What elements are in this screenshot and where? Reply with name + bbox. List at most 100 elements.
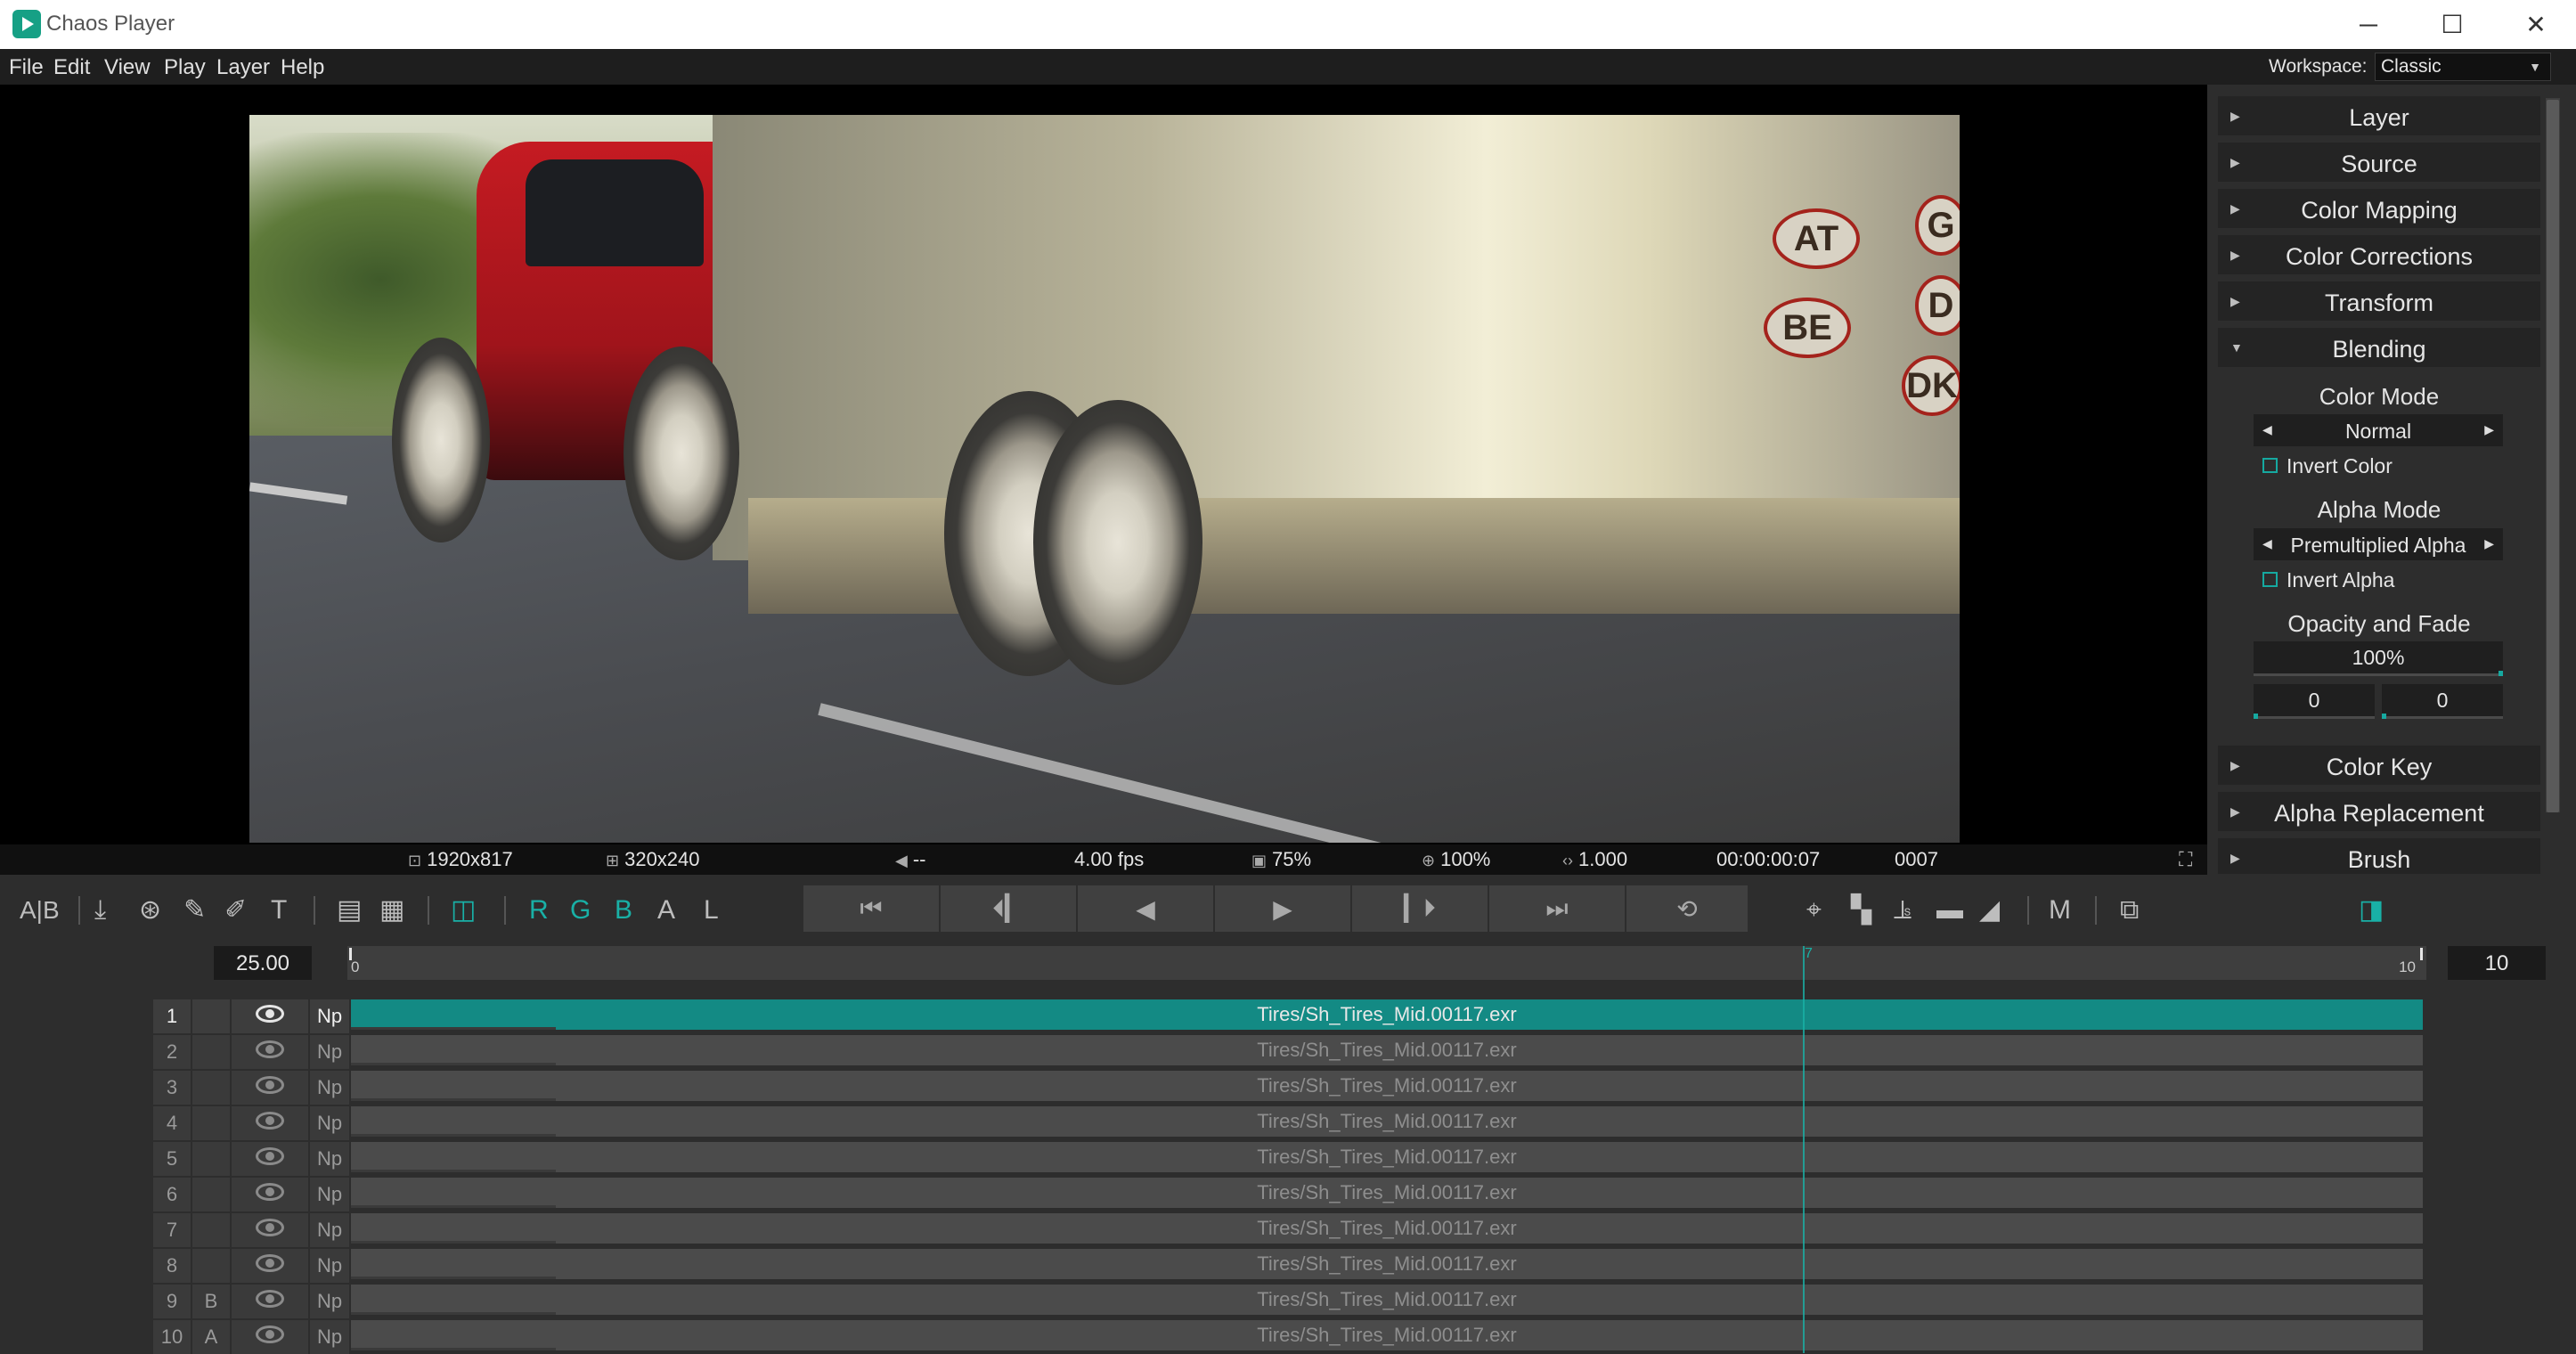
layer-np-flag[interactable]: Np <box>310 999 349 1033</box>
channel-g-button[interactable]: G <box>570 894 591 926</box>
go-to-start-icon[interactable]: ⏮ <box>803 885 941 932</box>
opacity-slider[interactable]: 100% <box>2254 641 2503 676</box>
download-icon[interactable]: ⤓ <box>94 894 106 926</box>
zoom-readout[interactable]: ⊕ 100% <box>1422 848 1490 871</box>
layer-ab-tag[interactable] <box>192 1071 230 1105</box>
close-button[interactable]: ✕ <box>2499 0 2572 49</box>
layer-np-flag[interactable]: Np <box>310 1142 349 1176</box>
pencil-icon[interactable]: ✎ <box>183 894 206 926</box>
text-tool-button[interactable]: T <box>271 894 287 926</box>
color-wheel-icon[interactable]: ⊛ <box>139 894 161 926</box>
brush-icon[interactable]: ✐ <box>224 894 247 926</box>
next-arrow-icon[interactable]: ▶ <box>2484 536 2494 551</box>
layer-ab-tag[interactable] <box>192 1106 230 1140</box>
minimize-button[interactable]: ─ <box>2332 0 2405 49</box>
section-source[interactable]: ▶ Source <box>2218 143 2540 182</box>
fade-out-field[interactable]: 0 <box>2382 684 2503 719</box>
section-color-corrections[interactable]: ▶ Color Corrections <box>2218 235 2540 274</box>
visibility-eye-icon[interactable] <box>232 1249 308 1283</box>
layer-row[interactable]: 9 B Np Tires/Sh_Tires_Mid.00117.exr <box>153 1285 2423 1318</box>
slider-handle[interactable] <box>2382 714 2386 719</box>
section-color-mapping[interactable]: ▶ Color Mapping <box>2218 189 2540 228</box>
compare-layout-icon[interactable]: ⧉ <box>2120 894 2139 926</box>
timeline-ruler[interactable]: 0 7 10 <box>347 946 2426 980</box>
align-icon[interactable]: ⫡ <box>1894 894 1912 926</box>
layer-np-flag[interactable]: Np <box>310 1285 349 1318</box>
quality-readout[interactable]: ▣ 75% <box>1251 848 1311 871</box>
layer-np-flag[interactable]: Np <box>310 1106 349 1140</box>
playhead[interactable] <box>1803 946 1805 1353</box>
play-backward-icon[interactable]: ◀ <box>1078 885 1215 932</box>
layer-np-flag[interactable]: Np <box>310 1178 349 1211</box>
invert-color-checkbox[interactable]: Invert Color <box>2262 454 2393 478</box>
layer-ab-tag[interactable] <box>192 1178 230 1211</box>
layer-np-flag[interactable]: Np <box>310 1249 349 1283</box>
channel-r-button[interactable]: R <box>529 894 549 926</box>
next-arrow-icon[interactable]: ▶ <box>2484 422 2494 437</box>
layer-ab-tag[interactable]: B <box>192 1285 230 1318</box>
section-alpha-replacement[interactable]: ▶ Alpha Replacement <box>2218 792 2540 831</box>
visibility-eye-icon[interactable] <box>232 1178 308 1211</box>
out-point-marker[interactable] <box>2420 948 2423 960</box>
proxy-readout[interactable]: ⊞ 320x240 <box>606 848 700 871</box>
visibility-eye-icon[interactable] <box>232 1142 308 1176</box>
go-to-end-icon[interactable]: ⏭ <box>1489 885 1626 932</box>
visibility-eye-icon[interactable] <box>232 999 308 1033</box>
layer-np-flag[interactable]: Np <box>310 1213 349 1247</box>
layer-clip[interactable]: Tires/Sh_Tires_Mid.00117.exr <box>351 1178 2423 1208</box>
loop-icon[interactable]: ⟲ <box>1626 885 1748 932</box>
fade-in-field[interactable]: 0 <box>2254 684 2375 719</box>
channel-a-button[interactable]: A <box>657 894 675 926</box>
layer-clip[interactable]: Tires/Sh_Tires_Mid.00117.exr <box>351 1249 2423 1279</box>
layers-grid-icon[interactable]: ▦ <box>379 894 404 926</box>
menu-layer[interactable]: Layer <box>216 55 270 80</box>
menu-view[interactable]: View <box>104 55 151 80</box>
layer-clip[interactable]: Tires/Sh_Tires_Mid.00117.exr <box>351 1285 2423 1315</box>
section-blending[interactable]: ▼ Blending <box>2218 328 2540 367</box>
color-mode-selector[interactable]: ◀ Normal ▶ <box>2254 414 2503 446</box>
layer-row[interactable]: 3 Np Tires/Sh_Tires_Mid.00117.exr <box>153 1071 2423 1105</box>
maximize-button[interactable]: ☐ <box>2416 0 2489 49</box>
layer-row[interactable]: 1 Np Tires/Sh_Tires_Mid.00117.exr <box>153 999 2423 1033</box>
layer-clip[interactable]: Tires/Sh_Tires_Mid.00117.exr <box>351 1142 2423 1172</box>
properties-scrollbar-thumb[interactable] <box>2547 100 2559 812</box>
section-brush[interactable]: ▶ Brush <box>2218 838 2540 874</box>
channel-b-button[interactable]: B <box>615 894 632 926</box>
levels-icon[interactable]: ▬ <box>1936 894 1963 926</box>
fps-readout[interactable]: 4.00 fps <box>1074 848 1144 871</box>
layer-ab-tag[interactable] <box>192 1035 230 1069</box>
target-frame-icon[interactable]: ⌖ <box>1806 894 1822 926</box>
speed-readout[interactable]: ‹› 1.000 <box>1562 848 1627 871</box>
visibility-eye-icon[interactable] <box>232 1213 308 1247</box>
layer-clip[interactable]: Tires/Sh_Tires_Mid.00117.exr <box>351 1213 2423 1244</box>
visibility-eye-icon[interactable] <box>232 1035 308 1069</box>
slider-handle[interactable] <box>2499 671 2503 676</box>
layer-clip[interactable]: Tires/Sh_Tires_Mid.00117.exr <box>351 1106 2423 1137</box>
gradient-ramp-icon[interactable]: ◢ <box>1979 894 2000 926</box>
split-view-icon[interactable]: ◫ <box>451 894 476 926</box>
layer-ab-tag[interactable] <box>192 1249 230 1283</box>
layer-row[interactable]: 4 Np Tires/Sh_Tires_Mid.00117.exr <box>153 1106 2423 1140</box>
layer-ab-tag[interactable]: A <box>192 1320 230 1354</box>
visibility-eye-icon[interactable] <box>232 1071 308 1105</box>
alpha-mode-selector[interactable]: ◀ Premultiplied Alpha ▶ <box>2254 528 2503 560</box>
toggle-panel-icon[interactable]: ◨ <box>2359 894 2384 926</box>
layer-row[interactable]: 6 Np Tires/Sh_Tires_Mid.00117.exr <box>153 1178 2423 1211</box>
layer-ab-tag[interactable] <box>192 1213 230 1247</box>
layer-np-flag[interactable]: Np <box>310 1320 349 1354</box>
layer-ab-tag[interactable] <box>192 999 230 1033</box>
step-back-icon[interactable]: ⏴▎ <box>941 885 1078 932</box>
menu-help[interactable]: Help <box>281 55 324 80</box>
menu-play[interactable]: Play <box>164 55 206 80</box>
visibility-eye-icon[interactable] <box>232 1285 308 1318</box>
menu-edit[interactable]: Edit <box>53 55 90 80</box>
layer-row[interactable]: 10 A Np Tires/Sh_Tires_Mid.00117.exr <box>153 1320 2423 1354</box>
visibility-eye-icon[interactable] <box>232 1320 308 1354</box>
fullscreen-icon[interactable]: ⛶ <box>2179 848 2192 871</box>
section-color-key[interactable]: ▶ Color Key <box>2218 746 2540 785</box>
audio-readout[interactable]: ◀ -- <box>895 848 926 871</box>
layer-np-flag[interactable]: Np <box>310 1035 349 1069</box>
slider-handle[interactable] <box>2254 714 2258 719</box>
layer-clip[interactable]: Tires/Sh_Tires_Mid.00117.exr <box>351 1035 2423 1065</box>
ab-compare-button[interactable]: A|B <box>20 894 60 926</box>
